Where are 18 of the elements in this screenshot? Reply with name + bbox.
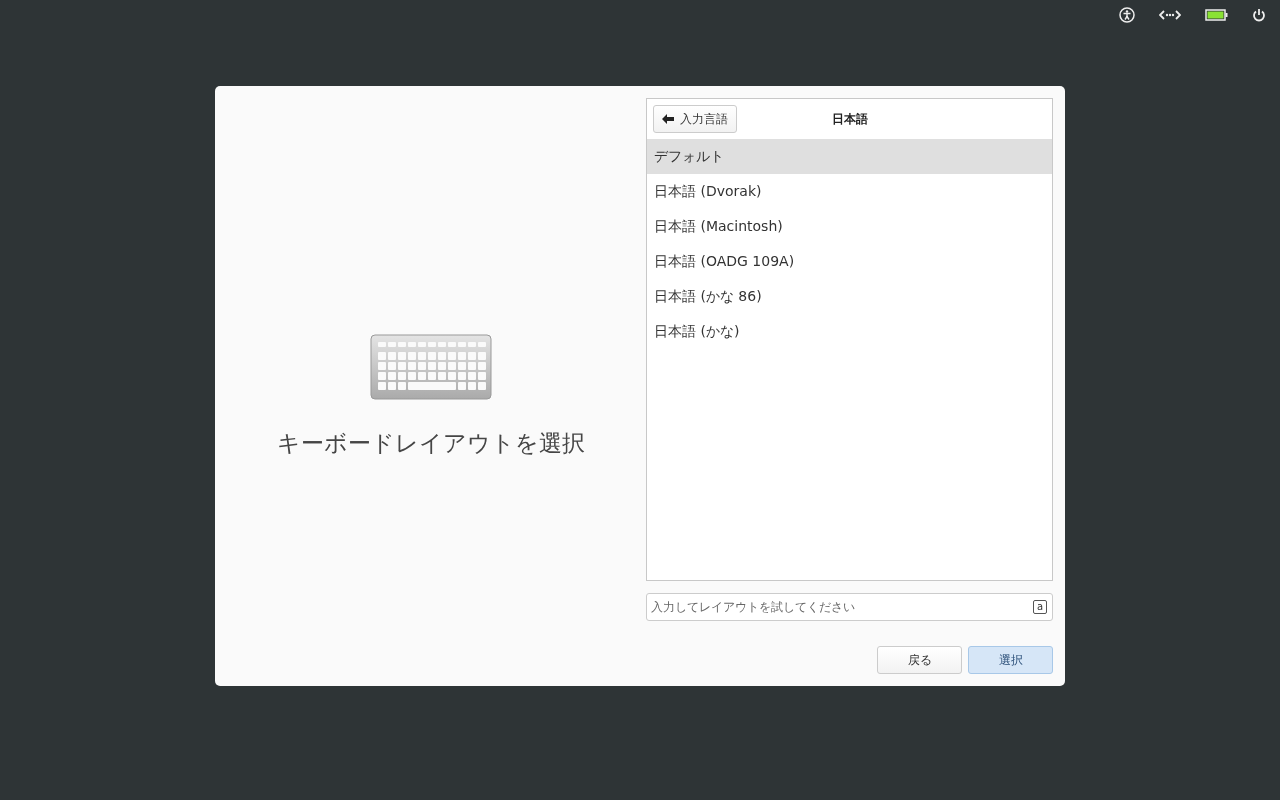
power-icon[interactable] bbox=[1252, 8, 1266, 22]
list-heading: 日本語 bbox=[831, 110, 868, 128]
select-button[interactable]: 選択 bbox=[968, 646, 1053, 674]
layout-item[interactable]: 日本語 (OADG 109A) bbox=[647, 244, 1052, 279]
network-icon[interactable] bbox=[1159, 9, 1181, 21]
layout-item[interactable]: 日本語 (Macintosh) bbox=[647, 209, 1052, 244]
layout-item[interactable]: デフォルト bbox=[647, 139, 1052, 174]
back-button[interactable]: 戻る bbox=[877, 646, 962, 674]
layout-item[interactable]: 日本語 (かな 86) bbox=[647, 279, 1052, 314]
dialog-title: キーボードレイアウトを選択 bbox=[276, 428, 585, 458]
key-hint-icon: a bbox=[1033, 600, 1047, 614]
layout-item[interactable]: 日本語 (Dvorak) bbox=[647, 174, 1052, 209]
battery-icon[interactable] bbox=[1205, 9, 1228, 21]
back-button[interactable]: 入力言語 bbox=[653, 105, 737, 133]
accessibility-icon[interactable] bbox=[1119, 7, 1135, 23]
layout-item[interactable]: 日本語 (かな) bbox=[647, 314, 1052, 349]
keyboard-icon bbox=[369, 333, 492, 400]
arrow-left-icon bbox=[662, 114, 674, 124]
